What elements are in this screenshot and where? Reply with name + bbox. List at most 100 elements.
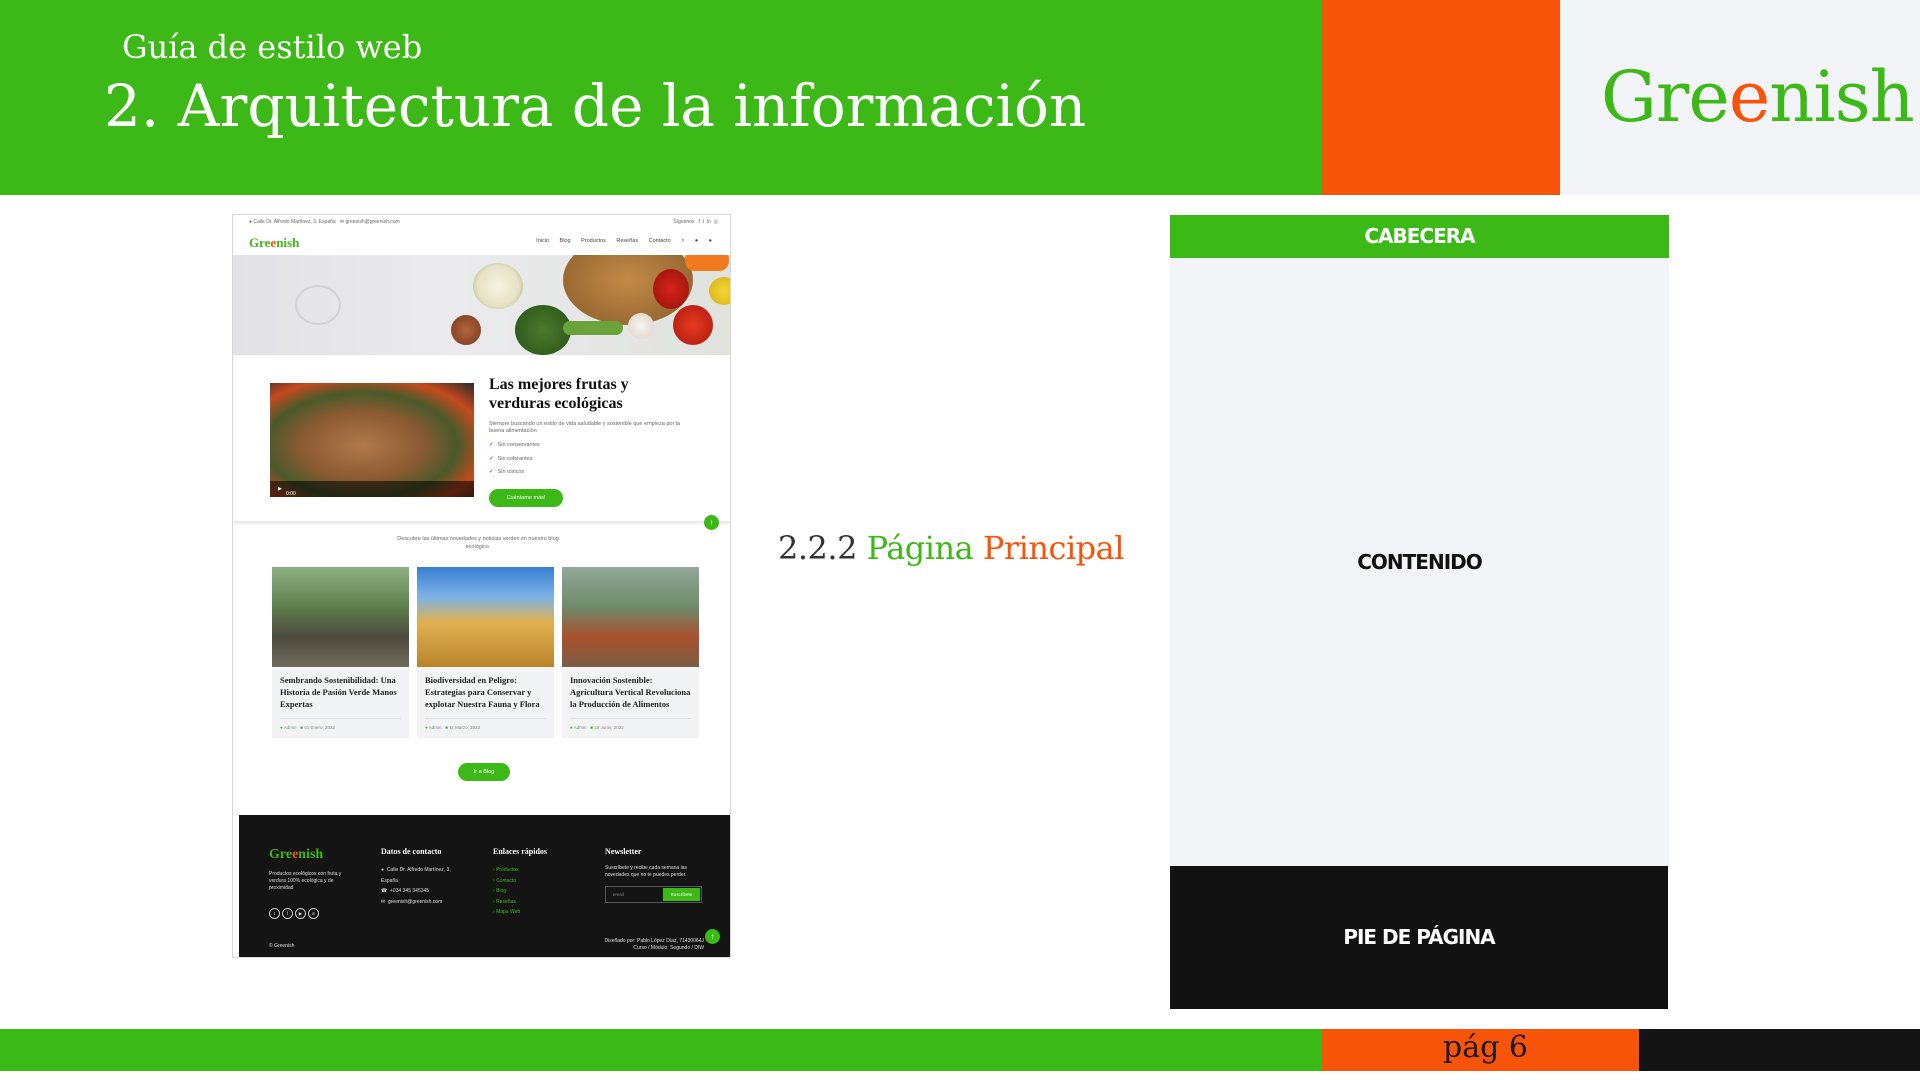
footer-newsletter-title: Newsletter [605, 847, 642, 856]
blog-cards: Sembrando Sostenibilidad: Una Historia d… [272, 567, 702, 757]
greenish-logo: Greenish [1601, 56, 1915, 138]
feature-description: Siempre buscando un estilo de vida salud… [489, 421, 681, 434]
video-time: ▶ 0:00 / 0:41 [278, 486, 296, 509]
phone-icon: ☎ [381, 888, 388, 894]
slide-title: 2. Arquitectura de la información [104, 72, 1087, 140]
location-icon: ● [249, 219, 253, 225]
onion-image [451, 315, 481, 345]
footer-contact-list: ● Calle Dr. Alfredo Martínez, 3, España … [381, 865, 461, 907]
header-accent-block [1322, 0, 1560, 195]
blog-card-meta: ● Admin ■ 11 Marzo, 2022 [425, 718, 546, 738]
youtube-icon[interactable]: ▶ [295, 908, 306, 919]
section-heading: 2.2.2 Página Principal [778, 529, 1124, 567]
blog-intro: Descubre las últimas novedades y noticia… [397, 536, 559, 550]
nav-link-productos[interactable]: Productos [581, 238, 606, 244]
check-icon: ✔ [489, 442, 494, 448]
feature-title: Las mejores frutas y verduras ecológicas [489, 376, 629, 412]
topbar-address: Calle Dr. Alfredo Martínez, 3, España [253, 219, 336, 225]
user-icon[interactable]: ● [695, 238, 698, 244]
facebook-icon[interactable]: f [282, 908, 293, 919]
wireframe-header: CABECERA [1170, 215, 1669, 258]
search-icon[interactable]: ⌕ [681, 238, 684, 244]
location-icon: ● [381, 867, 385, 873]
homepage-mockup: ● Calle Dr. Alfredo Martínez, 3, España … [232, 214, 731, 958]
slide-subtitle: Guía de estilo web [122, 28, 423, 66]
subscribe-button[interactable]: Suscríbete [663, 888, 700, 901]
footer-newsletter-text: Suscríbete y recibe cada semana las nove… [605, 865, 687, 878]
blog-card-meta: ● Admin ■ 01 Enero, 2022 [280, 718, 401, 738]
mockup-footer: Greenish Productos ecológicos con fruta … [239, 815, 730, 957]
user-icon: ● [570, 725, 573, 730]
blog-card[interactable]: Innovación Sostenible: Agricultura Verti… [562, 567, 699, 738]
section-number: 2.2.2 [778, 529, 857, 567]
go-to-blog-button[interactable]: Ir a Blog [458, 763, 510, 781]
lemon-image [709, 277, 730, 305]
nav-logo[interactable]: Greenish [249, 235, 299, 251]
footer-logo[interactable]: Greenish [269, 847, 323, 863]
blog-card-image [417, 567, 554, 667]
nav-link-blog[interactable]: Blog [560, 238, 571, 244]
logo-part: nish [1769, 56, 1914, 138]
footer-phone: ☎ +034 345 345345 [381, 888, 430, 894]
twitter-icon[interactable]: t [269, 908, 280, 919]
linkedin-icon[interactable]: in [707, 219, 711, 225]
blog-card[interactable]: Biodiversidad en Peligro: Estrategias pa… [417, 567, 554, 738]
check-item: ✔ Sin colorantes [489, 455, 533, 462]
topbar-email[interactable]: greenish@greenish.com [345, 219, 399, 225]
footer-credit: Diseñado por: Pablo López Díaz, 71430064… [604, 938, 704, 951]
check-item: ✔ Sin conservantes [489, 442, 540, 448]
blog-card-image [272, 567, 409, 667]
nav-link-inicio[interactable]: Inicio [536, 238, 549, 244]
mail-icon: ✉ [339, 219, 345, 225]
garlic-image [628, 313, 654, 339]
carrots-image [685, 255, 729, 271]
footer-contact-title: Datos de contacto [381, 847, 442, 856]
newsletter-email-input[interactable]: email Suscríbete [605, 886, 702, 903]
check-item: ✔ Sin tóxicos [489, 469, 525, 475]
section-word: Principal [982, 529, 1125, 567]
video-controls[interactable]: ▶ 0:00 / 0:41 [270, 481, 474, 509]
logo-part: e [1728, 56, 1770, 138]
linkedin-icon[interactable]: in [308, 908, 319, 919]
twitter-icon[interactable]: t [703, 219, 704, 225]
footer-banner [0, 1029, 1322, 1071]
nav-link-contacto[interactable]: Contacto [649, 238, 671, 244]
cart-icon[interactable]: ● [709, 238, 712, 244]
calendar-icon: ■ [445, 725, 448, 730]
facebook-icon[interactable]: f [699, 219, 700, 225]
footer-email[interactable]: ✉ greenish@greenish.com [381, 897, 461, 908]
footer-link-contacto[interactable]: › Contacto [493, 876, 520, 887]
blog-card-title: Innovación Sostenible: Agricultura Verti… [570, 675, 691, 709]
section-word: Página [866, 529, 974, 567]
check-icon: ✔ [489, 455, 494, 462]
blog-card-image [562, 567, 699, 667]
footer-link-resenas[interactable]: › Reseñas [493, 897, 520, 908]
blog-card-meta: ● Admin ■ 19 Junio, 2022 [570, 718, 691, 738]
mockup-navbar: Greenish Inicio Blog Productos Reseñas C… [233, 229, 730, 255]
check-icon: ✔ [489, 469, 494, 475]
user-icon: ● [280, 725, 283, 730]
blog-card[interactable]: Sembrando Sostenibilidad: Una Historia d… [272, 567, 409, 738]
calendar-icon: ■ [590, 725, 593, 730]
nav-link-resenas[interactable]: Reseñas [616, 238, 638, 244]
calendar-icon: ■ [300, 725, 303, 730]
promo-video[interactable]: ▶ 0:00 / 0:41 [270, 383, 474, 509]
pepper-image [653, 269, 689, 309]
footer-link-productos[interactable]: › Productos [493, 865, 520, 876]
blog-card-title: Biodiversidad en Peligro: Estrategias pa… [425, 675, 540, 709]
footer-social: t f ▶ in [269, 902, 321, 920]
footer-link-mapa-web[interactable]: › Mapa Web [493, 907, 520, 918]
tomato-image [673, 305, 713, 345]
footer-scroll-top-button[interactable]: ↑ [705, 929, 720, 944]
feature-checklist: ✔ Sin conservantes ✔ Sin colorantes ✔ Sin t… [489, 442, 540, 483]
instagram-icon[interactable]: ◎ [714, 219, 718, 225]
tell-me-more-button[interactable]: Cuéntame más! [489, 489, 563, 507]
footer-links-title: Enlaces rápidos [493, 847, 548, 856]
scroll-top-button[interactable]: ↑ [704, 515, 719, 530]
footer-link-blog[interactable]: › Blog [493, 886, 520, 897]
page-number: pág 6 [1443, 1030, 1528, 1065]
footer-dark-block [1639, 1029, 1920, 1071]
wireframe-footer: PIE DE PÁGINA [1170, 866, 1668, 1009]
email-placeholder: email [613, 892, 624, 897]
logo-part: Gre [1601, 56, 1730, 138]
